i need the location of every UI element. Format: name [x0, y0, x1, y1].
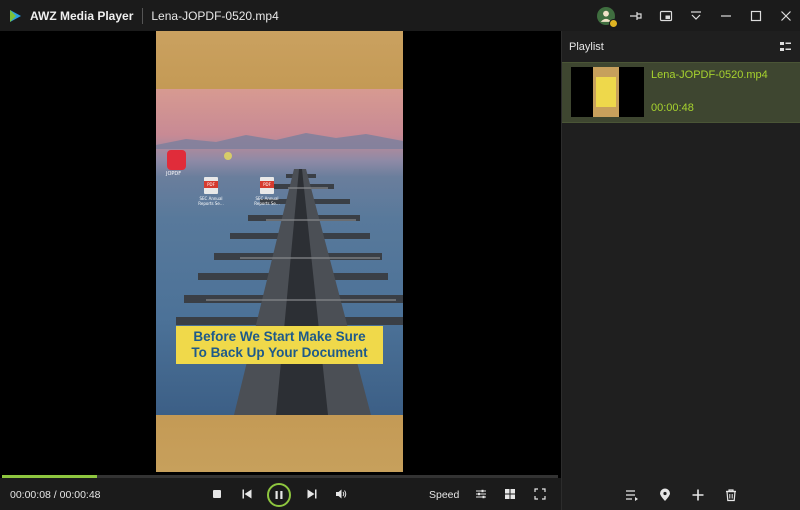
total-time: 00:00:48: [59, 489, 101, 501]
account-button[interactable]: [592, 0, 620, 31]
desktop-file-caption: SEC Annual Reports Se...: [254, 196, 280, 206]
pdf-file-icon: PDF: [204, 177, 218, 194]
delete-file-button[interactable]: [714, 479, 747, 510]
pause-icon: [275, 491, 283, 499]
maximize-icon: [750, 10, 762, 21]
playlist-item[interactable]: Lena-JOPDF-0520.mp4 00:00:48: [562, 62, 800, 123]
previous-button[interactable]: [237, 484, 257, 504]
desktop-pdf-file-1: PDF SEC Annual Reports Se...: [196, 177, 226, 206]
fullscreen-icon: [534, 488, 546, 500]
menu-dropdown-icon: [691, 10, 701, 20]
video-frame: JOPDF PDF SEC Annual Reports Se... PDF S…: [156, 31, 403, 472]
location-icon: [659, 488, 670, 501]
video-caption: Before We Start Make Sure To Back Up You…: [176, 326, 383, 364]
playback-controls: 00:00:08 / 00:00:48 Speed: [0, 478, 561, 510]
pause-button[interactable]: [267, 483, 291, 507]
close-button[interactable]: [772, 0, 800, 31]
video-thumbnail: [571, 67, 644, 117]
fullscreen-button[interactable]: [530, 484, 550, 504]
add-icon: [692, 489, 703, 500]
speed-button[interactable]: Speed: [429, 489, 459, 501]
title-bar: AWZ Media Player Lena-JOPDF-0520.mp4: [0, 0, 800, 31]
app-name: AWZ Media Player: [30, 8, 134, 23]
delete-icon: [725, 488, 736, 501]
playlist-title: Playlist: [569, 40, 604, 53]
desktop-app-shortcut-label: JOPDF: [166, 171, 182, 177]
close-icon: [781, 10, 791, 21]
menu-button[interactable]: [682, 0, 710, 31]
desktop-app-shortcut-icon: [167, 150, 186, 170]
minimize-button[interactable]: [712, 0, 740, 31]
playlist-mode-icon: [625, 489, 638, 501]
playlist-mode-button[interactable]: [615, 479, 648, 510]
current-time: 00:00:08: [10, 489, 51, 501]
time-separator: /: [53, 489, 57, 501]
video-scene: JOPDF PDF SEC Annual Reports Se... PDF S…: [156, 89, 403, 415]
desktop-pdf-file-2: PDF SEC Annual Reports Se...: [252, 177, 282, 206]
avatar: [597, 6, 618, 28]
locate-file-button[interactable]: [648, 479, 681, 510]
frame-border-bottom: [156, 415, 403, 472]
view-mode-icon[interactable]: [779, 40, 792, 53]
playlist-toolbar: [562, 479, 800, 510]
equalizer-button[interactable]: [471, 484, 491, 504]
mountains-graphic: [156, 133, 403, 149]
stop-icon: [213, 490, 221, 498]
pin-icon: [630, 11, 642, 20]
picture-in-picture-button[interactable]: [652, 0, 680, 31]
picture-in-picture-icon: [659, 10, 673, 21]
add-file-button[interactable]: [681, 479, 714, 510]
pin-button[interactable]: [622, 0, 650, 31]
next-button[interactable]: [302, 484, 322, 504]
previous-icon: [242, 489, 252, 499]
volume-button[interactable]: [331, 484, 351, 504]
maximize-button[interactable]: [742, 0, 770, 31]
window-file-title: Lena-JOPDF-0520.mp4: [151, 8, 279, 23]
stop-button[interactable]: [207, 484, 227, 504]
playlist-item-name: Lena-JOPDF-0520.mp4: [651, 69, 768, 81]
next-icon: [307, 489, 317, 499]
status-badge: [609, 18, 618, 28]
playlist-panel: Playlist Lena-JOPDF-0520.mp4 00:00:48: [561, 31, 800, 510]
time-display: 00:00:08 / 00:00:48: [10, 489, 101, 501]
equalizer-icon: [476, 489, 486, 499]
title-divider: [142, 7, 144, 24]
layout-grid-button[interactable]: [500, 484, 520, 504]
mouse-cursor-highlight: [224, 152, 232, 160]
caption-line-2: To Back Up Your Document: [191, 345, 368, 360]
frame-border-top: [156, 31, 403, 89]
video-viewport[interactable]: JOPDF PDF SEC Annual Reports Se... PDF S…: [0, 31, 561, 472]
desktop-file-caption: SEC Annual Reports Se...: [198, 196, 224, 206]
grid-icon: [505, 489, 515, 499]
caption-line-1: Before We Start Make Sure: [193, 329, 366, 344]
playlist-header: Playlist: [562, 31, 800, 62]
app-logo-icon: [8, 9, 22, 23]
playlist-item-duration: 00:00:48: [651, 102, 694, 114]
minimize-icon: [721, 14, 731, 17]
pdf-file-icon: PDF: [260, 177, 274, 194]
volume-icon: [336, 489, 347, 499]
